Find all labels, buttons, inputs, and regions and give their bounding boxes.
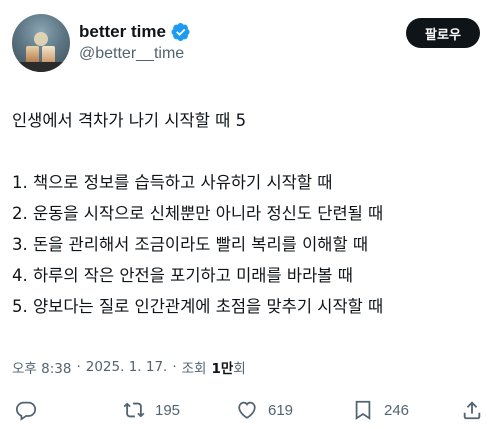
follow-button[interactable]: 팔로우 <box>406 18 480 48</box>
tweet-time[interactable]: 오후 8:38 <box>12 357 71 377</box>
retweet-icon <box>123 402 145 418</box>
views-count[interactable]: 1만 <box>211 357 233 377</box>
display-name[interactable]: better time <box>79 22 166 42</box>
heart-icon <box>238 401 256 419</box>
verified-badge-icon <box>171 23 190 41</box>
bookmark-icon <box>355 400 371 420</box>
avatar-table <box>12 62 70 72</box>
views-label: 조회 <box>181 361 207 377</box>
tweet-line: 2. 운동을 시작으로 신체뿐만 아니라 정신도 단련될 때 <box>12 204 384 223</box>
reply-icon <box>15 401 37 421</box>
retweet-count: 195 <box>155 401 181 419</box>
tweet-meta: 오후 8:38 · 2025. 1. 17. · 조회 1만 회 <box>12 357 246 377</box>
avatar[interactable] <box>12 14 70 72</box>
like-button[interactable]: 619 <box>236 399 293 421</box>
author-name-row: better time <box>79 20 191 44</box>
bookmark-count: 246 <box>384 401 410 419</box>
tweet-line: 3. 돈을 관리해서 조금이라도 빨리 복리를 이해할 때 <box>12 235 369 254</box>
action-bar: 195 619 246 <box>0 395 500 429</box>
views-unit: 회 <box>233 361 246 377</box>
tweet-line: 1. 책으로 정보를 습득하고 사유하기 시작할 때 <box>12 173 333 192</box>
bookmark-button[interactable]: 246 <box>352 399 409 421</box>
reply-button[interactable] <box>15 399 37 421</box>
handle[interactable]: @better__time <box>79 45 184 63</box>
tweet-line: 5. 양보다는 질로 인간관계에 초점을 맞추기 시작할 때 <box>12 297 384 316</box>
tweet-text: 인생에서 격차가 나기 시작할 때 5 1. 책으로 정보를 습득하고 사유하기… <box>12 105 492 322</box>
like-count: 619 <box>268 401 294 419</box>
tweet-date[interactable]: 2025. 1. 17. <box>86 359 168 375</box>
meta-separator: · <box>172 359 177 375</box>
share-icon <box>463 401 481 420</box>
tweet-line: 4. 하루의 작은 안전을 포기하고 미래를 바라볼 때 <box>12 266 353 285</box>
tweet-line: 인생에서 격차가 나기 시작할 때 5 <box>12 111 247 130</box>
retweet-button[interactable]: 195 <box>123 399 180 421</box>
avatar-light <box>34 32 48 46</box>
share-button[interactable] <box>461 399 483 421</box>
meta-separator: · <box>76 359 81 375</box>
